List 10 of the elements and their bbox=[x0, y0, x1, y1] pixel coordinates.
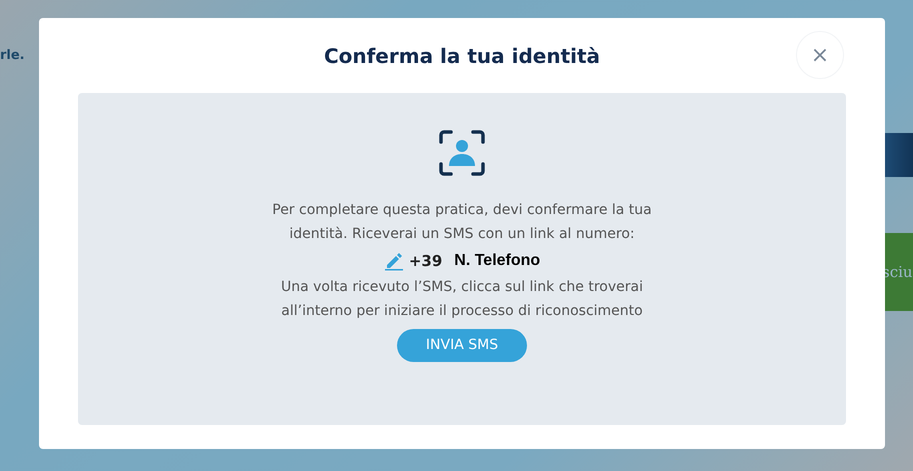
dialog-title: Conferma la tua identità bbox=[324, 42, 600, 70]
edit-icon[interactable] bbox=[384, 251, 404, 271]
send-sms-button[interactable]: INVIA SMS bbox=[397, 329, 527, 362]
country-code: +39 bbox=[408, 250, 442, 272]
intro-text: Per completare questa pratica, devi confermare la tua identità. Riceverai un SMS con un link al numero: bbox=[271, 201, 653, 244]
close-button[interactable]: × bbox=[796, 31, 844, 79]
background-text: rle. bbox=[0, 47, 25, 65]
instructions-text: Una volta ricevuto l’SMS, clicca sul link che troverai all’interno per iniziare il processo di riconoscimento bbox=[280, 278, 644, 321]
face-scan-icon bbox=[439, 130, 485, 176]
phone-number: N. Telefono bbox=[454, 251, 540, 271]
